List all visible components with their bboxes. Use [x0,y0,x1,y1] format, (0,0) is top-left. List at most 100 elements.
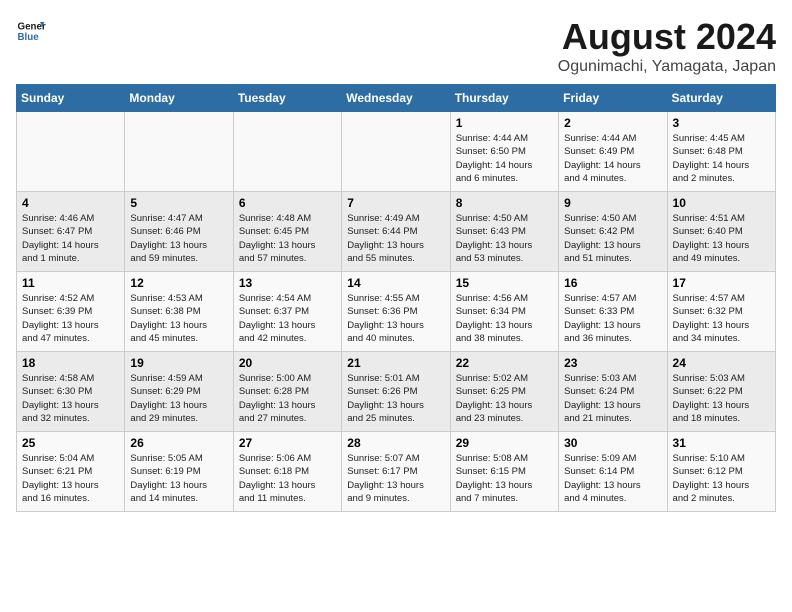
day-number: 16 [564,276,661,290]
day-cell [125,112,233,192]
day-cell [342,112,450,192]
day-cell: 22Sunrise: 5:02 AM Sunset: 6:25 PM Dayli… [450,352,558,432]
day-header-friday: Friday [559,85,667,112]
day-cell: 21 Sunrise: 5:01 AM Sunset: 6:26 PM Dayli… [342,352,450,432]
page-title: August 2024 [558,16,776,58]
day-cell: 14 Sunrise: 4:55 AM Sunset: 6:36 PM Dayli… [342,272,450,352]
day-header-saturday: Saturday [667,85,775,112]
day-cell: 30 Sunrise: 5:09 AM Sunset: 6:14 PM Dayli… [559,432,667,512]
day-cell: 19 Sunrise: 4:59 AM Sunset: 6:29 PM Dayli… [125,352,233,432]
day-number: 7 [347,196,444,210]
day-number: 18 [22,356,119,370]
day-number: 21 [347,356,444,370]
day-cell: 4 Sunrise: 4:46 AM Sunset: 6:47 PM Daylig… [17,192,125,272]
day-info: Sunrise: 5:10 AM Sunset: 6:12 PM Dayligh… [673,452,770,505]
day-number: 17 [673,276,770,290]
day-cell: 3Sunrise: 4:45 AM Sunset: 6:48 PM Daylig… [667,112,775,192]
day-info: Sunrise: 4:59 AM Sunset: 6:29 PM Dayligh… [130,372,227,425]
logo-icon: General Blue [16,16,46,46]
day-cell: 9 Sunrise: 4:50 AM Sunset: 6:42 PM Daylig… [559,192,667,272]
day-info: Sunrise: 5:07 AM Sunset: 6:17 PM Dayligh… [347,452,444,505]
day-cell: 7 Sunrise: 4:49 AM Sunset: 6:44 PM Daylig… [342,192,450,272]
week-row-2: 4 Sunrise: 4:46 AM Sunset: 6:47 PM Daylig… [17,192,776,272]
day-cell [233,112,341,192]
day-info: Sunrise: 4:57 AM Sunset: 6:33 PM Dayligh… [564,292,661,345]
day-info: Sunrise: 5:08 AM Sunset: 6:15 PM Dayligh… [456,452,553,505]
day-info: Sunrise: 4:45 AM Sunset: 6:48 PM Dayligh… [673,132,770,185]
day-number: 14 [347,276,444,290]
day-cell: 6 Sunrise: 4:48 AM Sunset: 6:45 PM Daylig… [233,192,341,272]
logo: General Blue [16,16,46,46]
day-header-monday: Monday [125,85,233,112]
day-header-sunday: Sunday [17,85,125,112]
day-cell: 24Sunrise: 5:03 AM Sunset: 6:22 PM Dayli… [667,352,775,432]
day-number: 31 [673,436,770,450]
day-number: 4 [22,196,119,210]
day-info: Sunrise: 4:57 AM Sunset: 6:32 PM Dayligh… [673,292,770,345]
day-info: Sunrise: 5:01 AM Sunset: 6:26 PM Dayligh… [347,372,444,425]
day-number: 25 [22,436,119,450]
day-cell: 25Sunrise: 5:04 AM Sunset: 6:21 PM Dayli… [17,432,125,512]
page-subtitle: Ogunimachi, Yamagata, Japan [558,58,776,76]
day-info: Sunrise: 4:46 AM Sunset: 6:47 PM Dayligh… [22,212,119,265]
day-number: 15 [456,276,553,290]
day-cell: 12Sunrise: 4:53 AM Sunset: 6:38 PM Dayli… [125,272,233,352]
day-number: 30 [564,436,661,450]
day-number: 19 [130,356,227,370]
day-number: 22 [456,356,553,370]
day-number: 12 [130,276,227,290]
day-cell: 10 Sunrise: 4:51 AM Sunset: 6:40 PM Dayli… [667,192,775,272]
header-row: SundayMondayTuesdayWednesdayThursdayFrid… [17,85,776,112]
day-number: 27 [239,436,336,450]
day-header-thursday: Thursday [450,85,558,112]
day-cell: 26 Sunrise: 5:05 AM Sunset: 6:19 PM Dayli… [125,432,233,512]
day-cell: 11 Sunrise: 4:52 AM Sunset: 6:39 PM Dayli… [17,272,125,352]
day-number: 20 [239,356,336,370]
day-info: Sunrise: 4:55 AM Sunset: 6:36 PM Dayligh… [347,292,444,345]
day-info: Sunrise: 5:05 AM Sunset: 6:19 PM Dayligh… [130,452,227,505]
day-info: Sunrise: 5:06 AM Sunset: 6:18 PM Dayligh… [239,452,336,505]
day-number: 13 [239,276,336,290]
calendar-table: SundayMondayTuesdayWednesdayThursdayFrid… [16,84,776,512]
day-info: Sunrise: 4:52 AM Sunset: 6:39 PM Dayligh… [22,292,119,345]
day-cell: 28Sunrise: 5:07 AM Sunset: 6:17 PM Dayli… [342,432,450,512]
day-cell: 31 Sunrise: 5:10 AM Sunset: 6:12 PM Dayli… [667,432,775,512]
day-number: 10 [673,196,770,210]
day-info: Sunrise: 4:44 AM Sunset: 6:49 PM Dayligh… [564,132,661,185]
day-info: Sunrise: 4:51 AM Sunset: 6:40 PM Dayligh… [673,212,770,265]
day-cell: 29Sunrise: 5:08 AM Sunset: 6:15 PM Dayli… [450,432,558,512]
day-info: Sunrise: 5:00 AM Sunset: 6:28 PM Dayligh… [239,372,336,425]
day-number: 2 [564,116,661,130]
week-row-1: 1Sunrise: 4:44 AM Sunset: 6:50 PM Daylig… [17,112,776,192]
header: General Blue August 2024 Ogunimachi, Yam… [16,16,776,76]
day-number: 23 [564,356,661,370]
day-cell: 16 Sunrise: 4:57 AM Sunset: 6:33 PM Dayli… [559,272,667,352]
day-cell: 18Sunrise: 4:58 AM Sunset: 6:30 PM Dayli… [17,352,125,432]
day-number: 6 [239,196,336,210]
day-cell: 20 Sunrise: 5:00 AM Sunset: 6:28 PM Dayli… [233,352,341,432]
day-number: 9 [564,196,661,210]
day-info: Sunrise: 4:56 AM Sunset: 6:34 PM Dayligh… [456,292,553,345]
week-row-4: 18Sunrise: 4:58 AM Sunset: 6:30 PM Dayli… [17,352,776,432]
day-cell: 27 Sunrise: 5:06 AM Sunset: 6:18 PM Dayli… [233,432,341,512]
day-cell: 5 Sunrise: 4:47 AM Sunset: 6:46 PM Daylig… [125,192,233,272]
day-info: Sunrise: 4:48 AM Sunset: 6:45 PM Dayligh… [239,212,336,265]
day-header-wednesday: Wednesday [342,85,450,112]
day-cell: 2 Sunrise: 4:44 AM Sunset: 6:49 PM Daylig… [559,112,667,192]
day-cell: 8Sunrise: 4:50 AM Sunset: 6:43 PM Daylig… [450,192,558,272]
day-info: Sunrise: 4:44 AM Sunset: 6:50 PM Dayligh… [456,132,553,185]
day-info: Sunrise: 5:03 AM Sunset: 6:24 PM Dayligh… [564,372,661,425]
day-number: 26 [130,436,227,450]
day-number: 5 [130,196,227,210]
day-info: Sunrise: 5:03 AM Sunset: 6:22 PM Dayligh… [673,372,770,425]
day-cell [17,112,125,192]
day-info: Sunrise: 4:49 AM Sunset: 6:44 PM Dayligh… [347,212,444,265]
day-header-tuesday: Tuesday [233,85,341,112]
day-number: 11 [22,276,119,290]
day-cell: 1Sunrise: 4:44 AM Sunset: 6:50 PM Daylig… [450,112,558,192]
day-info: Sunrise: 4:50 AM Sunset: 6:42 PM Dayligh… [564,212,661,265]
day-cell: 13Sunrise: 4:54 AM Sunset: 6:37 PM Dayli… [233,272,341,352]
day-info: Sunrise: 4:47 AM Sunset: 6:46 PM Dayligh… [130,212,227,265]
svg-text:Blue: Blue [18,32,40,43]
day-info: Sunrise: 5:09 AM Sunset: 6:14 PM Dayligh… [564,452,661,505]
